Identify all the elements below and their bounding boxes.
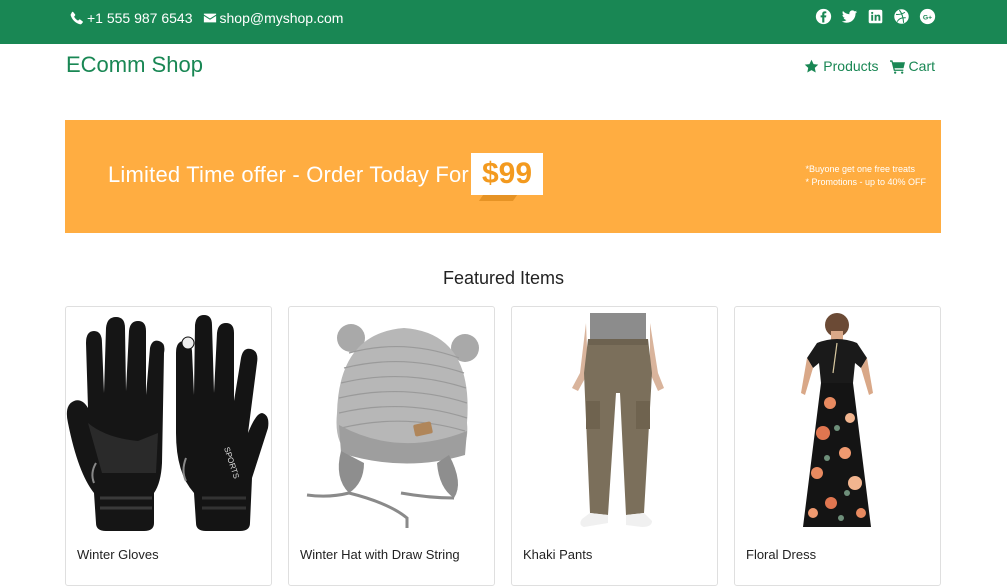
featured-title: Featured Items (442, 268, 565, 288)
brand-logo[interactable]: EComm Shop (66, 52, 203, 78)
product-name: Floral Dress (746, 547, 817, 562)
google-plus-icon[interactable]: G+ (919, 8, 936, 25)
cart-icon (889, 59, 905, 74)
promo-line-2: * Promotions - up to 40% OFF (805, 177, 926, 187)
pants-image (512, 313, 717, 538)
svg-text:G+: G+ (923, 14, 932, 21)
email-contact[interactable]: shop@myshop.com (203, 9, 344, 27)
phone-number: +1 555 987 6543 (87, 10, 193, 26)
product-card[interactable]: Winter Hat with Draw String (288, 306, 495, 586)
nav-products-label: Products (823, 58, 879, 74)
gloves-image: SPORTS (66, 313, 271, 538)
nav-cart-link[interactable]: Cart (889, 58, 935, 74)
envelope-icon (203, 13, 216, 23)
topbar: +1 555 987 6543 shop@myshop.com G+ (0, 0, 1007, 44)
product-card[interactable]: Khaki Pants (511, 306, 718, 586)
social-links: G+ (815, 8, 936, 25)
nav-cart-label: Cart (908, 58, 935, 74)
facebook-icon[interactable] (815, 8, 832, 25)
twitter-icon[interactable] (841, 8, 858, 25)
banner-headline: Limited Time offer - Order Today For (108, 162, 469, 187)
email-address: shop@myshop.com (219, 10, 344, 26)
nav-links: Products Cart (804, 58, 935, 74)
promo-banner[interactable]: Limited Time offer - Order Today For $99… (65, 120, 941, 233)
banner-promo-notes: *Buyone get one free treats * Promotions… (805, 163, 926, 189)
product-card[interactable]: SPORTS Winter Gloves (65, 306, 272, 586)
phone-contact[interactable]: +1 555 987 6543 (70, 9, 193, 27)
product-card[interactable]: Floral Dress (734, 306, 941, 586)
nav-products-link[interactable]: Products (804, 58, 879, 74)
contact-info: +1 555 987 6543 shop@myshop.com (70, 9, 343, 27)
dribbble-icon[interactable] (893, 8, 910, 25)
product-name: Winter Gloves (77, 547, 159, 562)
product-name: Khaki Pants (523, 547, 593, 562)
navbar: EComm Shop Products Cart (0, 44, 1007, 92)
product-name: Winter Hat with Draw String (300, 547, 460, 562)
hat-image (289, 313, 494, 538)
dress-image (735, 313, 940, 538)
phone-icon (70, 11, 83, 25)
linkedin-icon[interactable] (867, 8, 884, 25)
price-tag-shadow (478, 195, 518, 201)
promo-line-1: *Buyone get one free treats (805, 164, 916, 174)
banner-price: $99 (471, 153, 543, 195)
star-icon (805, 59, 819, 72)
product-grid: SPORTS Winter Gloves Winter Hat with Dra… (65, 306, 941, 586)
